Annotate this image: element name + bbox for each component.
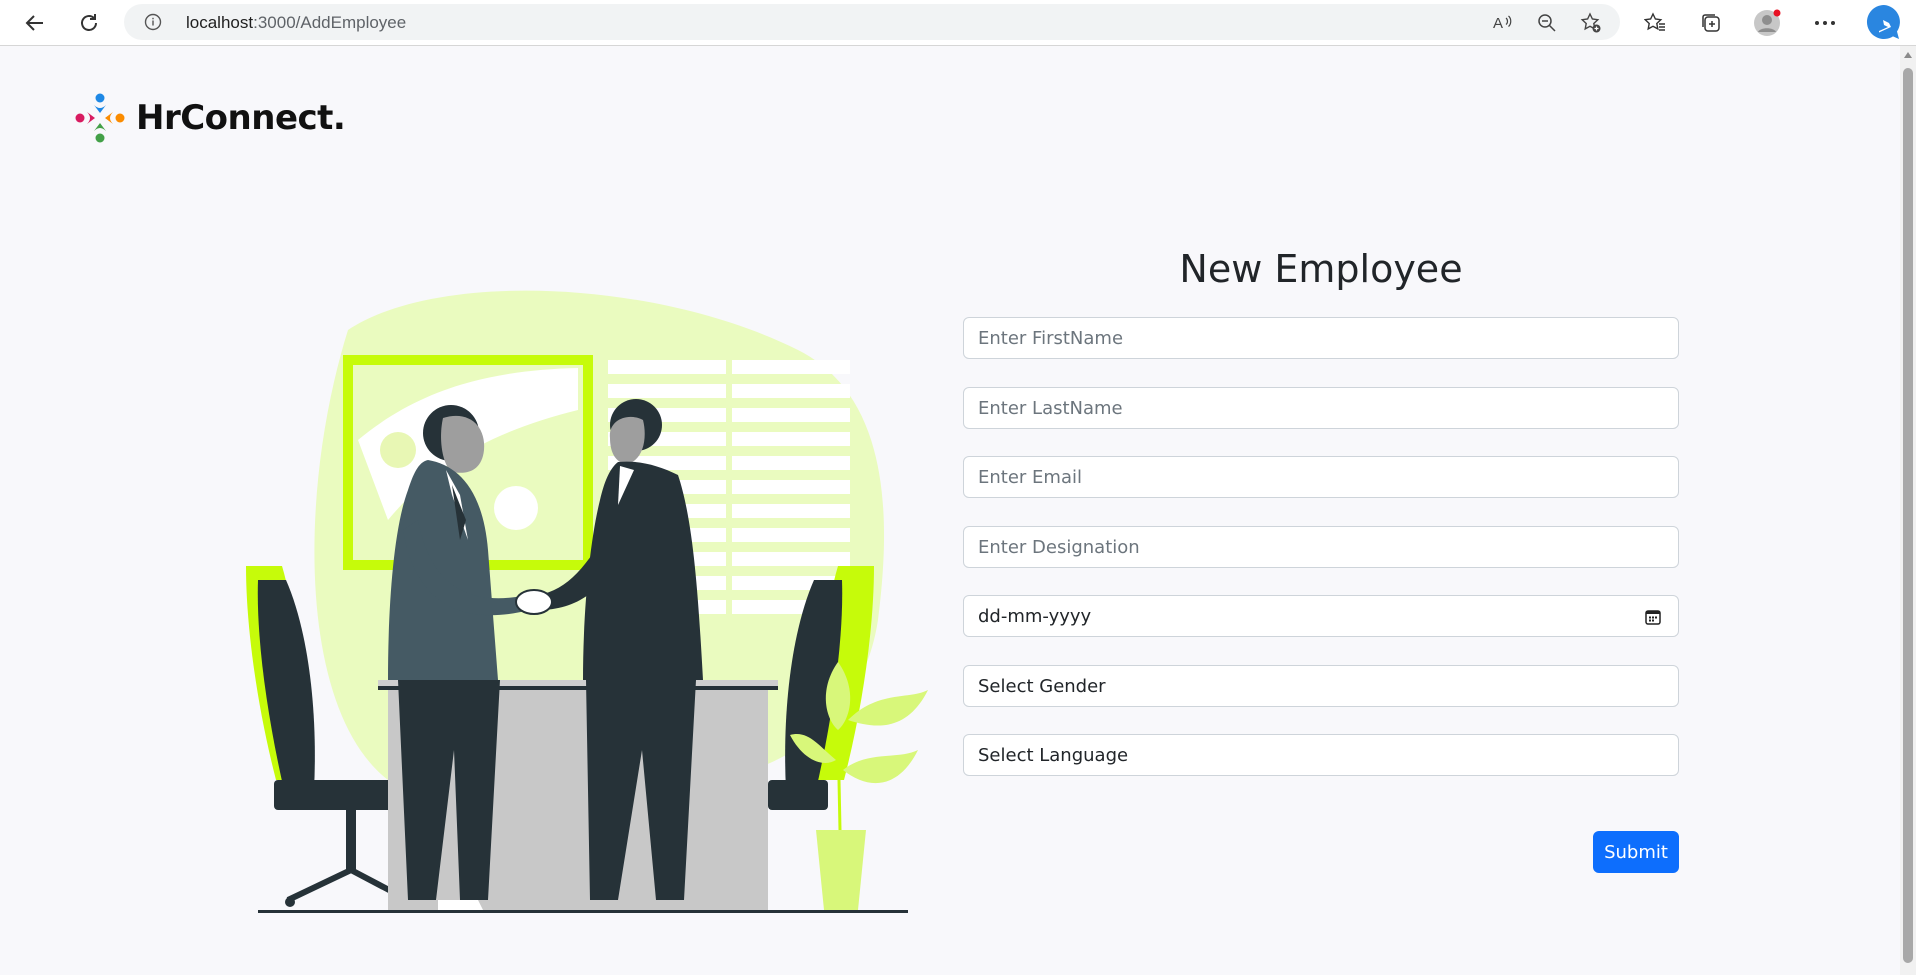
first-name-input[interactable] — [978, 327, 1664, 349]
profile-icon[interactable] — [1750, 6, 1784, 40]
last-name-input[interactable] — [978, 397, 1664, 419]
submit-button[interactable]: Submit — [1593, 831, 1679, 873]
brand-name: HrConnect. — [136, 98, 346, 138]
add-favorite-icon[interactable] — [1578, 10, 1604, 36]
handshake-illustration — [246, 290, 928, 913]
url-path: :3000/AddEmployee — [253, 13, 407, 32]
language-select[interactable]: Select Language — [963, 734, 1679, 776]
svg-text:A: A — [1493, 15, 1503, 32]
url-text[interactable]: localhost:3000/AddEmployee — [186, 13, 406, 33]
calendar-icon[interactable] — [1644, 608, 1662, 631]
url-host: localhost — [186, 13, 254, 32]
date-of-birth-value: dd-mm-yyyy — [978, 605, 1092, 627]
browser-toolbar: localhost:3000/AddEmployee A — [0, 0, 1916, 46]
page-title: New Employee — [1179, 247, 1463, 291]
gender-select[interactable]: Select Gender — [963, 665, 1679, 707]
designation-field[interactable] — [963, 526, 1679, 568]
refresh-icon[interactable] — [72, 6, 106, 40]
first-name-field[interactable] — [963, 317, 1679, 359]
scroll-up-arrow-icon[interactable] — [1904, 52, 1912, 58]
more-icon[interactable] — [1808, 6, 1842, 40]
bing-icon[interactable] — [1864, 2, 1904, 42]
back-arrow-icon[interactable] — [18, 6, 52, 40]
favorites-icon[interactable] — [1638, 6, 1672, 40]
read-aloud-icon[interactable]: A — [1490, 10, 1516, 36]
address-bar[interactable]: localhost:3000/AddEmployee A — [124, 4, 1620, 40]
date-of-birth-field[interactable]: dd-mm-yyyy — [963, 595, 1679, 637]
page-scrollbar[interactable] — [1900, 46, 1916, 975]
brand-logo[interactable]: HrConnect. — [72, 90, 346, 146]
last-name-field[interactable] — [963, 387, 1679, 429]
gender-selected-value: Select Gender — [978, 675, 1106, 697]
info-icon[interactable] — [144, 13, 162, 36]
language-selected-value: Select Language — [978, 744, 1129, 766]
hrconnect-logo-icon — [75, 93, 125, 143]
email-field[interactable] — [963, 456, 1679, 498]
email-input[interactable] — [978, 466, 1664, 488]
scrollbar-thumb[interactable] — [1903, 68, 1913, 963]
designation-input[interactable] — [978, 536, 1664, 558]
zoom-out-icon[interactable] — [1534, 10, 1560, 36]
collections-icon[interactable] — [1694, 6, 1728, 40]
